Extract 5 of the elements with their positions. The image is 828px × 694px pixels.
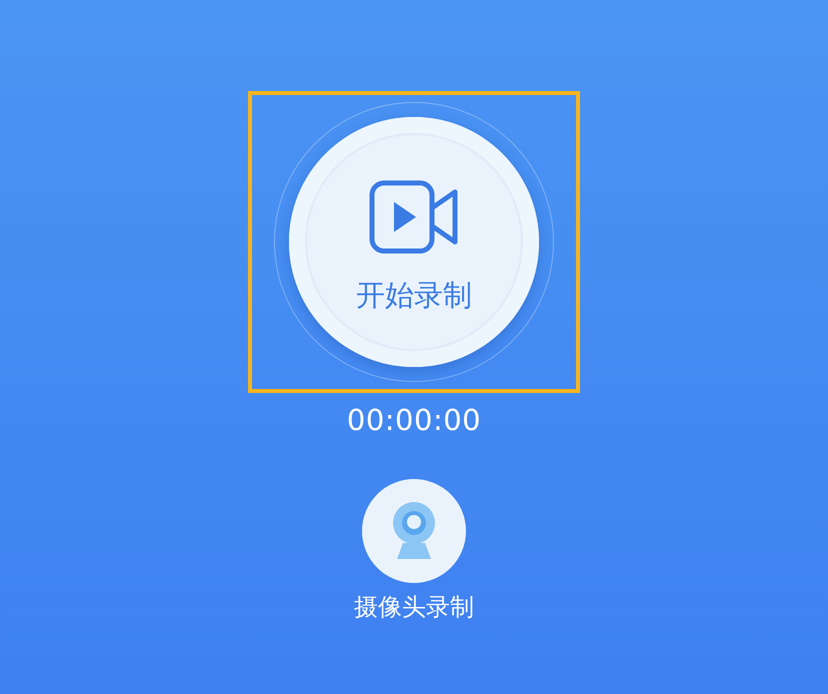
webcam-icon (391, 501, 437, 561)
video-camera-icon (369, 180, 459, 254)
record-button[interactable]: 开始录制 (289, 117, 539, 367)
webcam-record-label: 摄像头录制 (354, 592, 474, 623)
timer-text: 00:00:00 (346, 403, 482, 437)
